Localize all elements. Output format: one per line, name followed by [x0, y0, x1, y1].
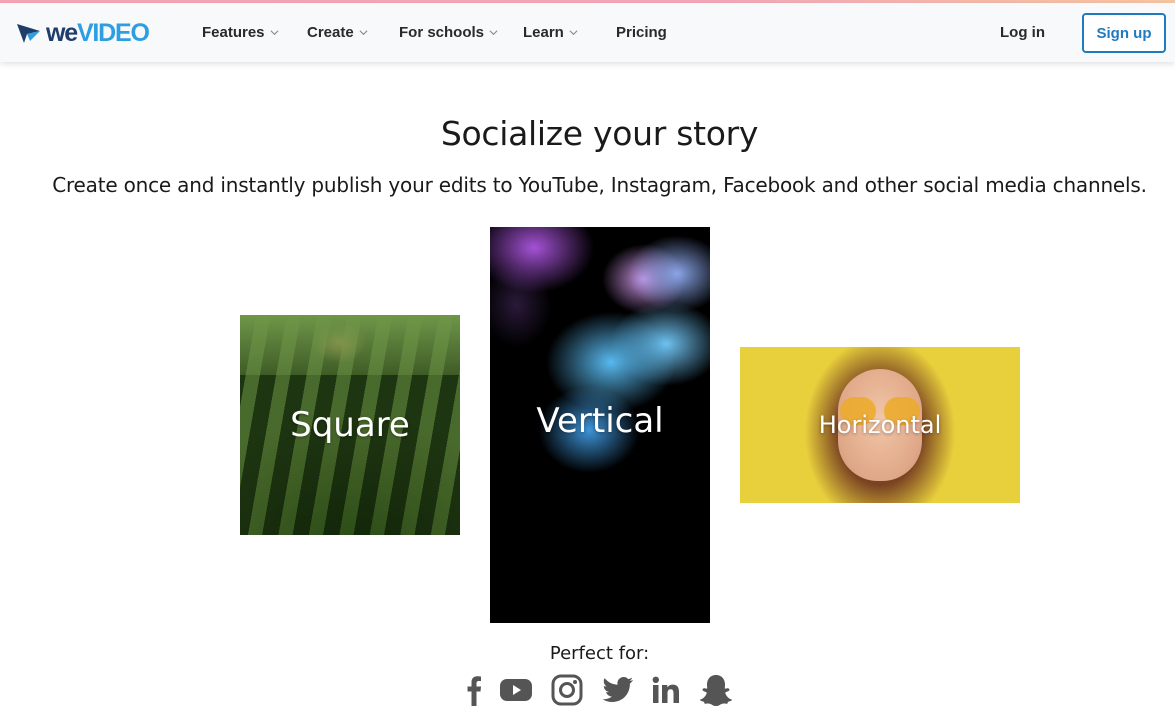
format-label-horizontal: Horizontal — [818, 411, 942, 439]
format-card-square[interactable]: Square — [240, 315, 460, 535]
facebook-icon[interactable] — [464, 672, 484, 708]
youtube-icon[interactable] — [500, 672, 532, 708]
login-link[interactable]: Log in — [1000, 3, 1045, 62]
nav-features[interactable]: Features — [202, 3, 279, 62]
format-label-square: Square — [290, 405, 410, 445]
linkedin-icon[interactable] — [651, 672, 681, 708]
twitter-icon[interactable] — [601, 672, 635, 708]
format-label-vertical: Vertical — [536, 401, 664, 441]
chevron-down-icon — [569, 30, 578, 36]
nav-for-schools[interactable]: For schools — [399, 3, 498, 62]
chevron-down-icon — [359, 30, 368, 36]
nav-features-label: Features — [202, 24, 265, 41]
logo-text: weVIDEO — [46, 18, 150, 47]
nav-learn-label: Learn — [523, 24, 564, 41]
page-title: Socialize your story — [440, 114, 759, 153]
logo-mark-icon — [17, 24, 40, 43]
instagram-icon[interactable] — [550, 672, 584, 708]
format-card-horizontal[interactable]: Horizontal — [740, 347, 1020, 503]
page-subtitle: Create once and instantly publish your e… — [52, 173, 1147, 197]
nav-create-label: Create — [307, 24, 354, 41]
nav-pricing-label: Pricing — [616, 24, 667, 41]
snapchat-icon[interactable] — [698, 672, 734, 708]
format-card-vertical[interactable]: Vertical — [490, 227, 710, 623]
nav-create[interactable]: Create — [307, 3, 368, 62]
nav-learn[interactable]: Learn — [523, 3, 578, 62]
chevron-down-icon — [270, 30, 279, 36]
chevron-down-icon — [489, 30, 498, 36]
signup-button[interactable]: Sign up — [1082, 13, 1166, 53]
nav-for-schools-label: For schools — [399, 24, 485, 41]
wevideo-logo[interactable]: weVIDEO — [16, 17, 150, 49]
perfect-for-label: Perfect for: — [549, 643, 650, 664]
nav-pricing[interactable]: Pricing — [616, 3, 667, 62]
site-header: weVIDEO Features Create For schools Lear… — [0, 3, 1175, 62]
